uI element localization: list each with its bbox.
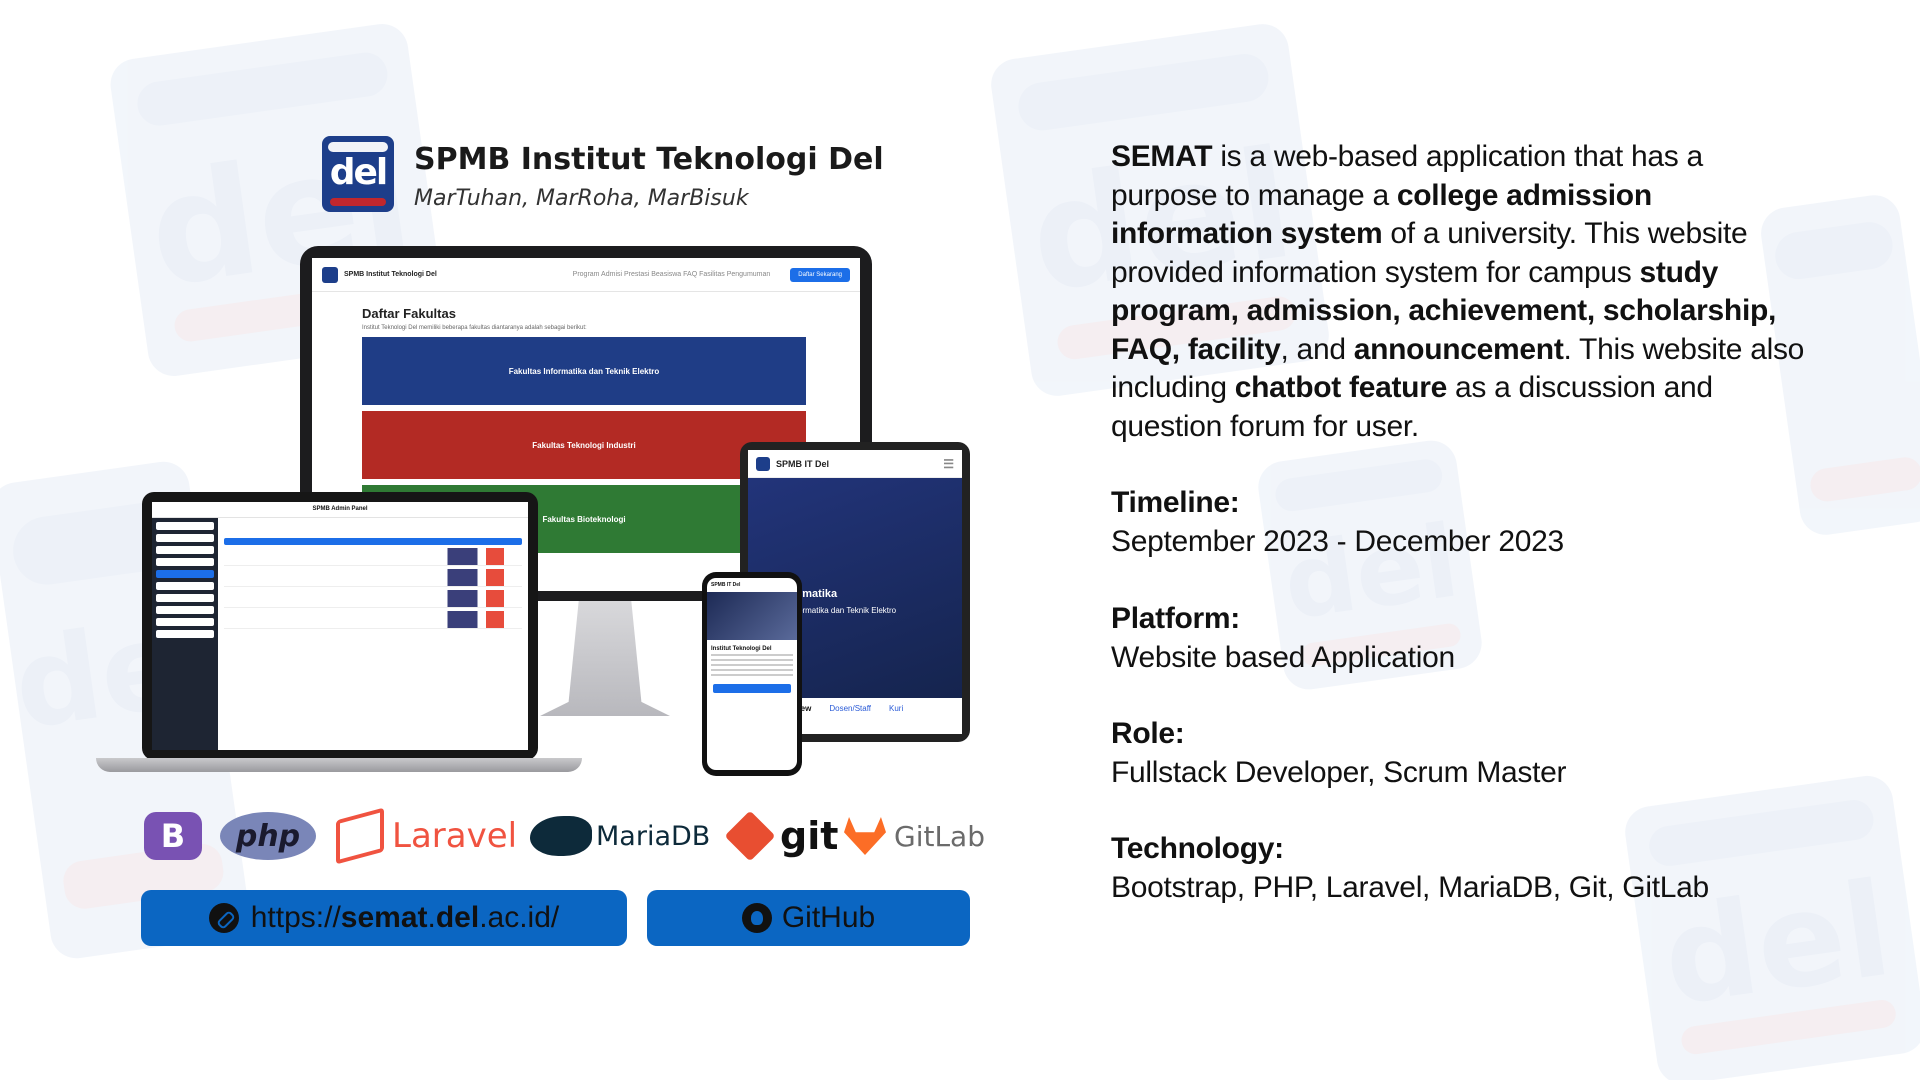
nav-logo (322, 266, 338, 283)
mariadb-seal-icon (530, 816, 592, 856)
git-wordmark: git (780, 814, 839, 858)
mariadb-logo: MariaDB (530, 808, 710, 864)
brand-header: del SPMB Institut Teknologi Del MarTuhan… (322, 134, 884, 224)
mariadb-wordmark: MariaDB (596, 820, 711, 852)
gitlab-wordmark: GitLab (894, 819, 985, 853)
platform-value: Website based Application (1111, 640, 1455, 674)
register-button: Daftar Sekarang (790, 267, 850, 282)
timeline-section: Timeline: September 2023 - December 2023 (1111, 484, 1811, 561)
link-icon (208, 903, 239, 933)
github-icon (741, 903, 772, 933)
php-icon: php (220, 812, 316, 860)
nav-brand: SPMB IT Del (711, 582, 741, 588)
laptop-base (96, 758, 582, 772)
phone-register-button (713, 684, 791, 693)
monitor-stand (540, 598, 670, 716)
bootstrap-logo: B (144, 808, 202, 864)
timeline-label: Timeline: (1111, 486, 1240, 519)
brand-motto: MarTuhan, MarRoha, MarBisuk (414, 186, 749, 211)
technology-section: Technology: Bootstrap, PHP, Laravel, Mar… (1111, 830, 1811, 907)
timeline-value: September 2023 - December 2023 (1111, 524, 1564, 558)
github-label: GitHub (781, 901, 876, 934)
admin-panel-title: SPMB Admin Panel (152, 502, 528, 518)
gitlab-icon (844, 817, 886, 855)
hamburger-menu-icon: ☰ (943, 456, 954, 471)
nav-brand: SPMB IT Del (776, 458, 830, 469)
phone-title: Institut Teknologi Del (711, 646, 772, 652)
phone-mockup: SPMB IT Del Institut Teknologi Del (702, 572, 802, 776)
git-icon (724, 810, 776, 862)
role-label: Role: (1111, 717, 1185, 750)
phone-paragraph (711, 654, 793, 678)
github-link-button[interactable]: GitHub (647, 890, 970, 946)
git-logo: git (724, 808, 839, 864)
nav-brand: SPMB Institut Teknologi Del (344, 271, 437, 278)
platform-section: Platform: Website based Application (1111, 600, 1811, 677)
laravel-wordmark: Laravel (392, 816, 518, 856)
hero-title: rmatika (798, 588, 838, 600)
website-url: https://semat.del.ac.id/ (250, 901, 560, 934)
faculty-heading: Daftar Fakultas (362, 306, 456, 321)
phone-screen: SPMB IT Del Institut Teknologi Del (707, 578, 797, 770)
tab-curriculum: Kuri (889, 704, 904, 713)
laravel-icon (336, 807, 384, 865)
faculty-subtitle: Institut Teknologi Del memiliki beberapa… (362, 325, 587, 331)
website-link-button[interactable]: https://semat.del.ac.id/ (141, 890, 627, 946)
tablet-navbar: SPMB IT Del ☰ (748, 450, 962, 478)
brand-title: SPMB Institut Teknologi Del (414, 142, 884, 177)
phone-hero-image (707, 592, 797, 640)
laptop-mockup: SPMB Admin Panel (142, 492, 538, 760)
admin-table (224, 524, 522, 744)
institution-logo: del (322, 136, 394, 212)
laptop-screen: SPMB Admin Panel (152, 502, 528, 750)
nav-logo (756, 456, 770, 471)
faculty-card: Fakultas Informatika dan Teknik Elektro (362, 337, 806, 405)
bootstrap-icon: B (144, 812, 202, 860)
technology-value: Bootstrap, PHP, Laravel, MariaDB, Git, G… (1111, 870, 1709, 904)
nav-links: Program Admisi Prestasi Beasiswa FAQ Fas… (572, 271, 771, 278)
admin-sidebar (152, 518, 218, 750)
gitlab-logo: GitLab (844, 808, 985, 864)
laravel-logo: Laravel (336, 807, 518, 865)
role-section: Role: Fullstack Developer, Scrum Master (1111, 715, 1811, 792)
watermark-logo: del (1621, 772, 1920, 1080)
technology-label: Technology: (1111, 832, 1284, 865)
hero-subtitle: ormatika dan Teknik Elektro (798, 606, 897, 615)
tech-stack-logos: B php Laravel MariaDB git GitLab (140, 807, 985, 865)
desktop-navbar: SPMB Institut Teknologi Del Program Admi… (312, 258, 860, 292)
role-value: Fullstack Developer, Scrum Master (1111, 755, 1567, 789)
php-logo: php (220, 808, 316, 864)
tab-staff: Dosen/Staff (829, 704, 871, 713)
platform-label: Platform: (1111, 602, 1240, 635)
project-description: SEMAT is a web-based application that ha… (1111, 140, 1805, 443)
